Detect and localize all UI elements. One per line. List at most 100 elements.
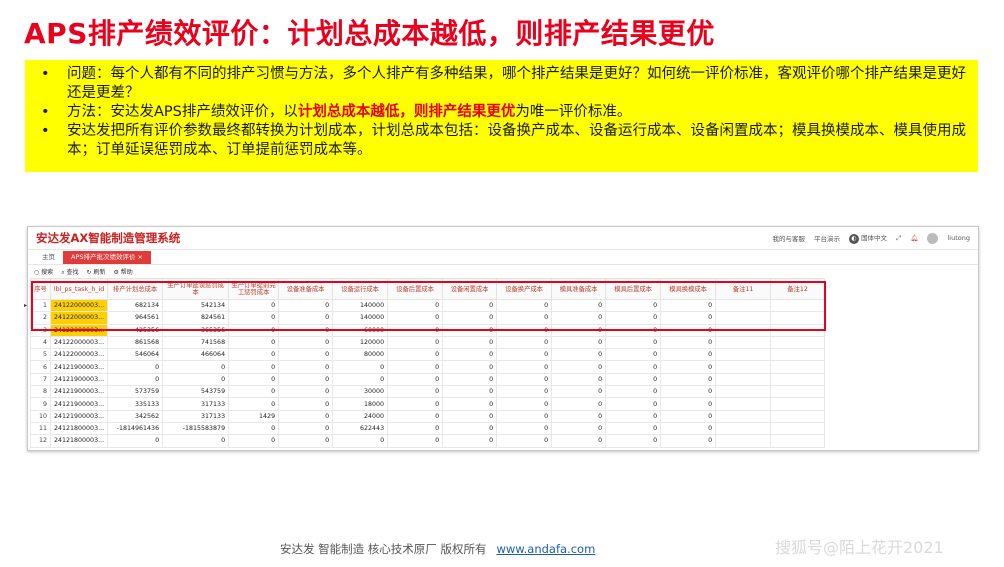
- table-cell: 0: [660, 335, 717, 350]
- table-cell: 0: [332, 372, 389, 387]
- bell-icon[interactable]: 🔔︎: [910, 234, 918, 242]
- table-cell: 0: [387, 348, 444, 362]
- table-cell: 0: [278, 298, 334, 313]
- table-row[interactable]: 6 24121900003... 0 0 0 0 0 0 0 0 0 0 0: [30, 360, 826, 374]
- table-cell: 0: [660, 298, 717, 313]
- table-cell: 0: [228, 311, 280, 325]
- column-header[interactable]: 序号: [30, 278, 51, 300]
- bullet-method: 方法：安达发APS排产绩效评价，以计划总成本越低，则排产结果更优为唯一评价标准。: [35, 103, 968, 122]
- column-header[interactable]: 设备后置成本: [387, 278, 444, 300]
- column-header[interactable]: 排产计划总成本: [107, 278, 164, 300]
- table-row[interactable]: 3 24122000003... 425356 365356 0 0 60000 0 0 0 0 0 0: [30, 323, 826, 337]
- table-cell: [770, 409, 826, 423]
- user-name[interactable]: liutong: [947, 234, 970, 242]
- table-cell: 741568: [162, 335, 230, 350]
- table-cell: 0: [332, 434, 389, 448]
- table-cell: [770, 372, 826, 387]
- language-selector[interactable]: ◐ 国体中文: [848, 232, 887, 244]
- table-row[interactable]: 10 24121900003... 342562 317133 1429 0 24000 0 0…: [30, 409, 826, 423]
- help-label: 帮助: [120, 269, 133, 276]
- column-header[interactable]: 生产订单延误惩罚成本: [162, 278, 230, 300]
- column-header[interactable]: 模具后置成本: [605, 278, 662, 300]
- refresh-button[interactable]: ↻ 刷新: [87, 267, 106, 276]
- column-header[interactable]: 备注11: [715, 278, 772, 300]
- task-id-cell: 24122000003...: [49, 311, 109, 325]
- callout-box: 问题：每个人都有不同的排产习惯与方法，多个人排产有多种结果，哪个排产结果是更好？…: [25, 60, 978, 172]
- table-cell: [715, 385, 772, 399]
- avatar[interactable]: [927, 232, 939, 244]
- tab-aps-evaluation[interactable]: APS排产批次绩效评价 ×: [63, 251, 152, 264]
- table-cell: 0: [387, 311, 444, 325]
- table-cell: 0: [387, 360, 444, 374]
- table-cell: 0: [496, 360, 553, 374]
- column-header[interactable]: 设备准备成本: [278, 278, 334, 300]
- column-header[interactable]: 设备换产成本: [496, 278, 553, 300]
- search-button[interactable]: ○ 搜索: [34, 267, 53, 276]
- table-cell: 0: [278, 323, 334, 337]
- table-row[interactable]: 5 24122000003... 546064 466064 0 0 80000 0 0 0 0 0 0: [30, 348, 826, 362]
- table-cell: 0: [660, 348, 717, 362]
- footer-website-link[interactable]: www.andafa.com: [496, 542, 595, 556]
- table-cell: 0: [278, 372, 334, 387]
- table-cell: [715, 335, 772, 350]
- table-cell: 0: [442, 298, 498, 313]
- column-header[interactable]: 设备运行成本: [332, 278, 389, 300]
- globe-icon: ◐: [848, 234, 859, 244]
- table-cell: 0: [228, 323, 280, 337]
- table-row[interactable]: 1 24122000003... 682134 542134 0 0 140000 0 0 0 0 0…: [30, 298, 826, 313]
- table-cell: 317133: [162, 397, 230, 411]
- search-icon: ○: [34, 269, 40, 276]
- column-header[interactable]: 模具准备成本: [551, 278, 607, 300]
- column-header[interactable]: 备注12: [770, 278, 826, 300]
- table-cell: 0: [496, 385, 553, 399]
- column-header[interactable]: 生产订单提前完工惩罚成本: [228, 278, 280, 300]
- row-index-cell: 12: [30, 434, 51, 448]
- table-row[interactable]: 4 24122000003... 861568 741568 0 0 120000 0 0 0 0 0…: [30, 335, 826, 350]
- row-index-cell: 7: [30, 372, 51, 387]
- table-cell: 0: [228, 360, 280, 374]
- table-cell: 0: [442, 434, 498, 448]
- row-index-cell: 2: [30, 311, 51, 325]
- task-id-cell: 24121900003...: [49, 409, 109, 423]
- table-cell: 0: [496, 434, 553, 448]
- table-cell: [770, 348, 826, 362]
- tab-home[interactable]: 主页: [34, 251, 63, 264]
- table-cell: 0: [162, 360, 230, 374]
- table-cell: [715, 434, 772, 448]
- column-header[interactable]: 设备闲置成本: [442, 278, 498, 300]
- header-link-service[interactable]: 我的与客服: [772, 233, 805, 243]
- table-cell: 861568: [107, 335, 164, 350]
- table-row[interactable]: 9 24121900003... 335133 317133 0 0 18000 0 0 0 0 0 0: [30, 397, 826, 411]
- table-cell: 0: [278, 360, 334, 374]
- table-row[interactable]: 11 24121800003... -1814961436 -1815583879 0 0…: [30, 421, 826, 436]
- task-id-cell: 24122000003...: [49, 298, 109, 313]
- table-cell: [770, 360, 826, 374]
- table-cell: 0: [442, 385, 498, 399]
- header-link-demo[interactable]: 平台演示: [814, 233, 840, 243]
- table-cell: 0: [387, 409, 444, 423]
- table-cell: 1429: [228, 409, 280, 423]
- table-cell: 80000: [332, 348, 389, 362]
- find-button[interactable]: ⌕ 查找: [61, 267, 78, 277]
- column-header[interactable]: lbl_ps_task_h_id: [49, 278, 109, 300]
- table-row[interactable]: 2 24122000003... 964561 824561 0 0 140000 0 0 0 0 0…: [30, 311, 826, 325]
- row-index-cell: 6: [30, 360, 51, 374]
- table-row[interactable]: 12 24121800003... 0 0 0 0 0 0 0 0 0 0 0: [30, 434, 826, 448]
- table-cell: [770, 434, 826, 448]
- table-cell: 0: [162, 434, 230, 448]
- slide-title: APS排产绩效评价：计划总成本越低，则排产结果更优: [24, 17, 715, 50]
- table-cell: 0: [278, 434, 334, 448]
- expand-icon[interactable]: ⤢: [896, 234, 901, 243]
- table-row[interactable]: 7 24121900003... 0 0 0 0 0 0 0 0 0 0 0: [30, 372, 826, 387]
- row-index-cell: 5: [30, 348, 51, 362]
- table-cell: 0: [228, 385, 280, 399]
- column-header[interactable]: 模具换模成本: [660, 278, 717, 300]
- table-cell: [715, 298, 772, 313]
- table-cell: 0: [496, 409, 553, 423]
- help-button[interactable]: ⚙ 帮助: [113, 267, 132, 276]
- table-row[interactable]: 8 24121900003... 573759 543759 0 0 30000 0 0 0 0 0 0: [30, 385, 826, 399]
- table-cell: 0: [228, 335, 280, 350]
- table-cell: 0: [551, 298, 607, 313]
- table-cell: 0: [551, 397, 607, 411]
- table-cell: 0: [660, 397, 717, 411]
